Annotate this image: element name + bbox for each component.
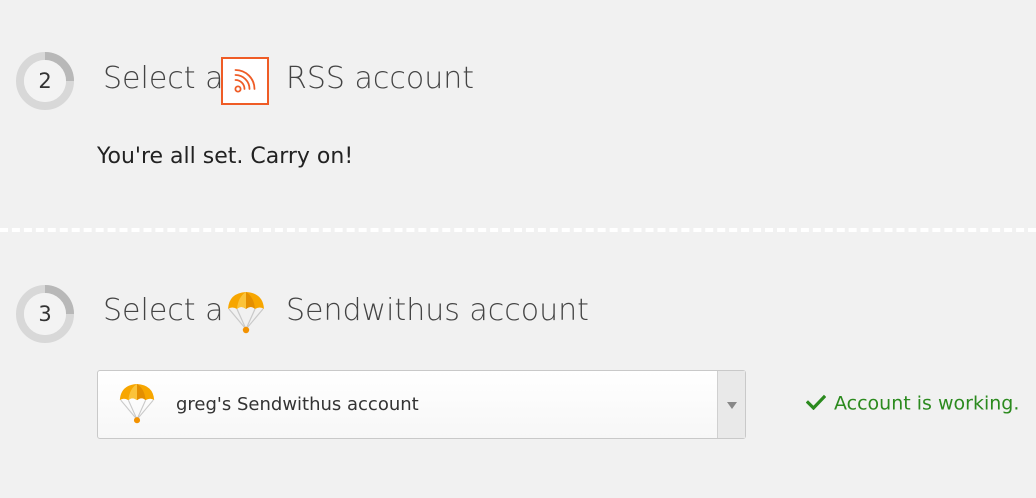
selected-account-label: greg's Sendwithus account (176, 394, 419, 415)
step-title-prefix: Select a (103, 293, 224, 328)
step-title-suffix: Sendwithus account (286, 293, 589, 328)
step-title-suffix: RSS account (286, 61, 474, 96)
checkmark-icon (805, 393, 827, 415)
step-3-indicator: 3 (15, 284, 75, 344)
step-title-prefix: Select a (103, 61, 224, 96)
parachute-icon (224, 289, 268, 341)
step-2-status-text: You're all set. Carry on! (97, 144, 354, 169)
section-divider (0, 228, 1036, 232)
parachute-icon (116, 381, 158, 431)
chevron-down-icon (727, 402, 737, 409)
step-2-indicator: 2 (15, 51, 75, 111)
step-3-title-app: Sendwithus account (286, 292, 589, 328)
account-status: Account is working. (805, 392, 1020, 415)
dropdown-toggle[interactable] (717, 371, 745, 438)
step-2-title-app: RSS account (286, 60, 474, 96)
account-status-text: Account is working. (834, 392, 1020, 415)
step-number: 3 (38, 302, 52, 326)
step-3-title: Select a (103, 292, 223, 328)
rss-icon (221, 57, 269, 105)
step-number: 2 (38, 69, 52, 93)
account-select-dropdown[interactable]: greg's Sendwithus account (97, 370, 746, 439)
step-2-title: Select a (103, 60, 223, 96)
